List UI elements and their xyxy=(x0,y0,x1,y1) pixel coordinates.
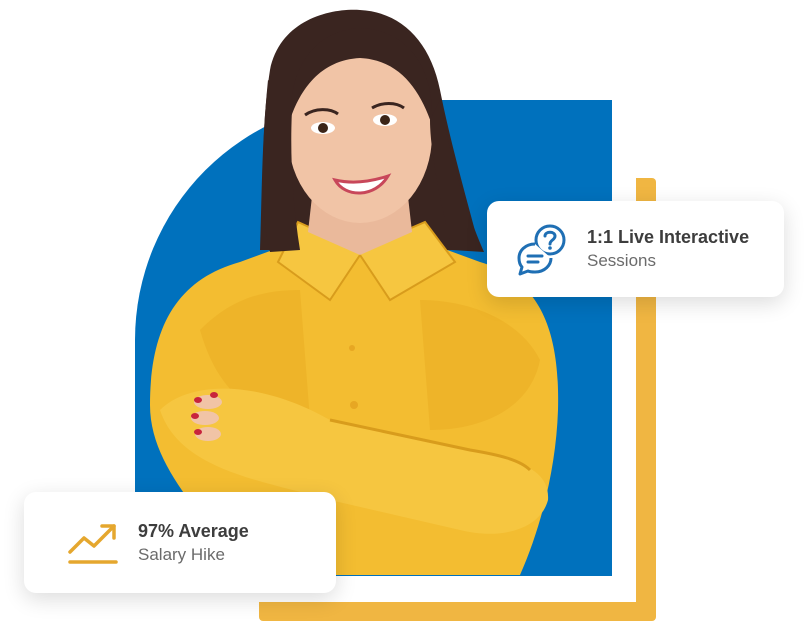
trending-up-icon xyxy=(66,516,120,570)
salary-hike-card: 97% Average Salary Hike xyxy=(24,492,336,593)
sessions-title: 1:1 Live Interactive xyxy=(587,227,750,247)
chat-question-icon xyxy=(515,222,569,276)
hero-illustration: 1:1 Live Interactive Sessions 97% Averag… xyxy=(0,0,808,621)
live-sessions-card: 1:1 Live Interactive Sessions xyxy=(487,201,784,297)
salary-subtitle: Salary Hike xyxy=(138,544,225,564)
salary-title: 97% Average xyxy=(138,520,249,541)
sessions-subtitle: Sessions xyxy=(587,251,656,270)
